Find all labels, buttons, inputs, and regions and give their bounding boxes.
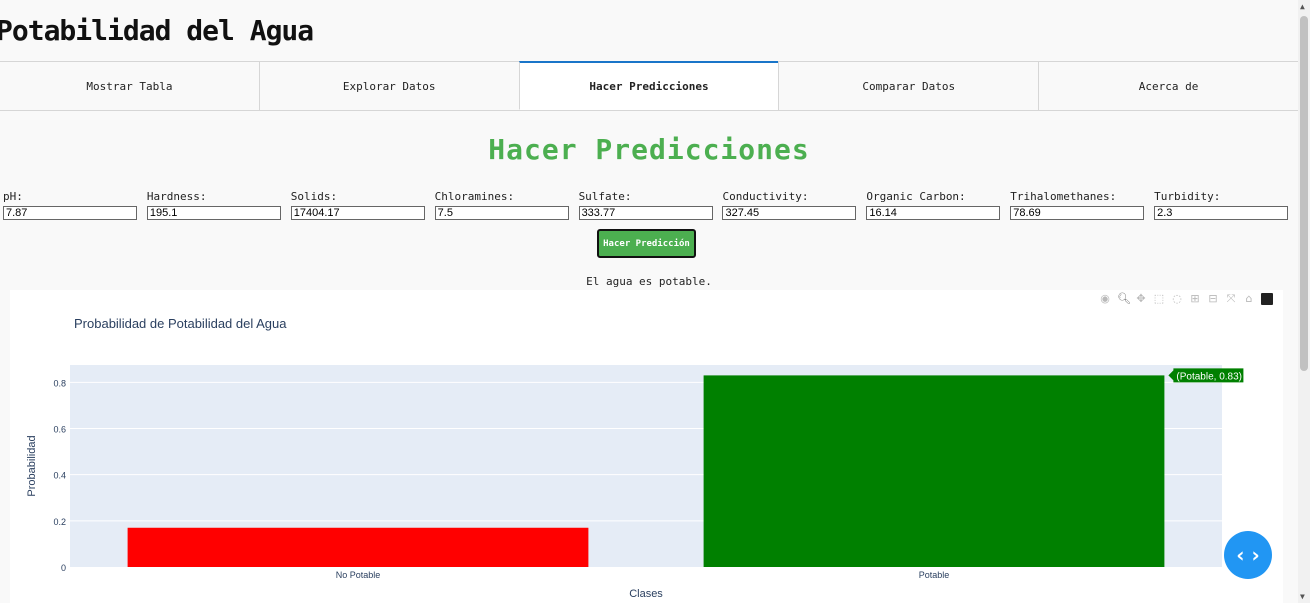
- field-label: pH:: [3, 190, 23, 203]
- feature-inputs: pH: Hardness: Solids: Chloramines: Sulfa…: [3, 190, 1298, 220]
- field-label: Conductivity:: [722, 190, 809, 203]
- field-label: Solids:: [290, 190, 338, 203]
- tab-comparar-datos[interactable]: Comparar Datos: [778, 62, 1039, 110]
- bar-potable: [703, 375, 1165, 567]
- x-axis-label: Clases: [629, 588, 663, 600]
- hover-label: (Potable, 0.83): [1176, 371, 1242, 382]
- y-axis-label: Probabilidad: [26, 435, 38, 496]
- organic-carbon-input[interactable]: [866, 206, 1001, 220]
- code-icon: ‹ ›: [1236, 543, 1260, 567]
- chart-title: Probabilidad de Potabilidad del Agua: [74, 316, 287, 331]
- field-label: Sulfate:: [578, 190, 632, 203]
- y-tick-label: 0: [61, 563, 66, 573]
- hardness-input[interactable]: [146, 206, 281, 220]
- scroll-down-icon[interactable]: ▼: [1300, 592, 1305, 601]
- field-sulfate: Sulfate:: [578, 190, 723, 220]
- field-label: Organic Carbon:: [866, 190, 966, 203]
- y-tick-label: 0.6: [53, 424, 66, 434]
- field-ph: pH:: [3, 190, 147, 220]
- turbidity-input[interactable]: [1154, 206, 1289, 220]
- prediction-result: El agua es potable.: [586, 275, 712, 288]
- conductivity-input[interactable]: [722, 206, 857, 220]
- page-title: Potabilidad del Agua: [0, 14, 314, 47]
- chart-panel: ◉ 🔍︎ ✥ ⬚ ◌ ⊞ ⊟ ⤧ ⌂ Probabilidad de Potab…: [10, 290, 1283, 603]
- hover-tooltip: (Potable, 0.83): [1168, 368, 1244, 383]
- x-tick-label: Potable: [919, 570, 950, 580]
- scroll-up-icon[interactable]: ▲: [1300, 2, 1305, 11]
- tab-acerca-de[interactable]: Acerca de: [1038, 62, 1298, 110]
- sulfate-input[interactable]: [578, 206, 713, 220]
- chloramines-input[interactable]: [434, 206, 569, 220]
- tab-hacer-predicciones[interactable]: Hacer Predicciones: [518, 61, 779, 110]
- field-hardness: Hardness:: [146, 190, 291, 220]
- solids-input[interactable]: [290, 206, 425, 220]
- y-tick-label: 0.2: [53, 517, 66, 527]
- bar-no-potable: [127, 527, 589, 567]
- tab-bar: Mostrar Tabla Explorar Datos Hacer Predi…: [0, 61, 1298, 111]
- field-organic-carbon: Organic Carbon:: [866, 190, 1010, 220]
- field-solids: Solids:: [290, 190, 435, 220]
- app-root: Potabilidad del Agua Mostrar Tabla Explo…: [0, 0, 1310, 603]
- y-tick-label: 0.4: [53, 471, 66, 481]
- section-title: Hacer Predicciones: [488, 133, 810, 166]
- field-label: Turbidity:: [1154, 190, 1221, 203]
- scrollbar-thumb[interactable]: [1300, 16, 1308, 371]
- tab-explorar-datos[interactable]: Explorar Datos: [258, 62, 519, 110]
- field-label: Chloramines:: [434, 190, 515, 203]
- bar-chart: Probabilidad de Potabilidad del Agua 0 0.…: [26, 316, 1244, 600]
- page-scrollbar[interactable]: ▲ ▼: [1298, 0, 1310, 603]
- predict-button[interactable]: Hacer Predicción: [597, 229, 696, 258]
- field-conductivity: Conductivity:: [722, 190, 866, 220]
- trihalomethanes-input[interactable]: [1010, 206, 1145, 220]
- y-tick-label: 0.8: [53, 378, 66, 388]
- ph-input[interactable]: [3, 206, 137, 220]
- field-turbidity: Turbidity:: [1154, 190, 1298, 220]
- field-trihalomethanes: Trihalomethanes:: [1010, 190, 1154, 220]
- x-tick-label: No Potable: [336, 570, 381, 580]
- field-label: Trihalomethanes:: [1010, 190, 1117, 203]
- field-label: Hardness:: [146, 190, 207, 203]
- code-toggle-button[interactable]: ‹ ›: [1224, 531, 1272, 579]
- field-chloramines: Chloramines:: [434, 190, 579, 220]
- tab-mostrar-tabla[interactable]: Mostrar Tabla: [0, 62, 259, 110]
